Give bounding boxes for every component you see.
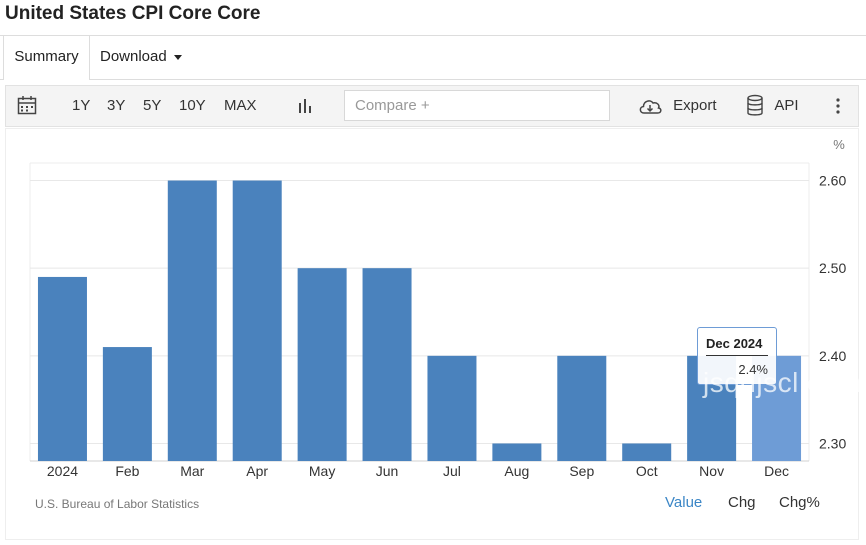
- bar[interactable]: [622, 443, 672, 461]
- y-unit-label: %: [833, 137, 845, 152]
- x-tick-label: Aug: [504, 463, 529, 479]
- bar[interactable]: [297, 268, 347, 461]
- tooltip-value: 2.4%: [738, 362, 768, 377]
- y-tick-label: 2.50: [819, 260, 846, 276]
- mode-chg-button[interactable]: Chg: [728, 494, 756, 511]
- tooltip-divider: [706, 355, 768, 356]
- x-tick-label: 2024: [47, 463, 78, 479]
- y-tick-label: 2.60: [819, 173, 846, 189]
- x-tick-label: Apr: [246, 463, 268, 479]
- x-tick-label: May: [309, 463, 335, 479]
- bar[interactable]: [167, 180, 217, 461]
- bar[interactable]: [37, 276, 87, 461]
- bar[interactable]: [102, 347, 152, 461]
- x-tick-label: Jul: [443, 463, 461, 479]
- bar-chart: 2024 Feb Mar Apr May Jun Jul Aug Sep Oct Nov Dec 2.…: [29, 137, 846, 479]
- x-tick-label: Sep: [569, 463, 594, 479]
- source-label: U.S. Bureau of Labor Statistics: [35, 497, 200, 511]
- bar[interactable]: [557, 355, 607, 461]
- x-tick-label: Jun: [376, 463, 399, 479]
- bar[interactable]: [492, 443, 542, 461]
- x-tick-label: Nov: [699, 463, 724, 479]
- bar[interactable]: [362, 268, 412, 461]
- x-tick-label: Oct: [636, 463, 658, 479]
- tooltip-title: Dec 2024: [706, 336, 763, 351]
- x-axis-labels: 2024 Feb Mar Apr May Jun Jul Aug Sep Oct Nov Dec: [47, 463, 789, 479]
- bar[interactable]: [427, 355, 477, 461]
- chart-tooltip: Dec 2024 2.4%: [697, 327, 777, 385]
- mode-value-button[interactable]: Value: [665, 494, 702, 511]
- x-tick-label: Dec: [764, 463, 789, 479]
- bar[interactable]: [232, 180, 282, 461]
- chart-bars: [37, 180, 802, 461]
- y-tick-label: 2.30: [819, 435, 846, 451]
- y-axis-labels: 2.30 2.40 2.50 2.60: [819, 173, 846, 452]
- y-tick-label: 2.40: [819, 348, 846, 364]
- mode-chg-pct-button[interactable]: Chg%: [779, 494, 820, 511]
- x-tick-label: Feb: [115, 463, 139, 479]
- x-tick-label: Mar: [180, 463, 204, 479]
